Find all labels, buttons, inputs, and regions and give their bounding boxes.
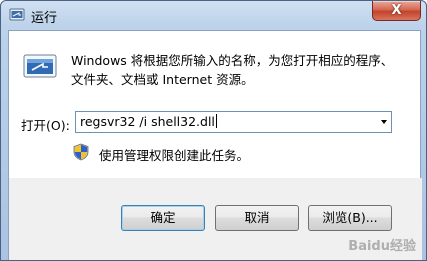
dialog-body: Windows 将根据您所输入的名称，为您打开相应的程序、 文件夹、文档或 In… — [8, 30, 421, 179]
uac-shield-icon — [73, 143, 89, 161]
chevron-down-icon[interactable] — [381, 120, 387, 124]
open-command-value: regsvr32 /i shell32.dll — [80, 114, 215, 129]
run-dialog: 运行 X Windows 将根据您所输入的名称，为您打开相应的程序、 文件夹、文… — [0, 0, 427, 261]
open-field-label: 打开(O): — [21, 118, 70, 133]
watermark-logo: Baidu经验 — [348, 239, 416, 254]
close-button[interactable]: X — [372, 1, 421, 21]
admin-privilege-note: 使用管理权限创建此任务。 — [99, 148, 250, 163]
window-title: 运行 — [31, 11, 58, 26]
description-line-2: 文件夹、文档或 Internet 资源。 — [71, 72, 254, 87]
run-dialog-icon — [9, 8, 25, 21]
text-caret — [215, 114, 217, 128]
ok-button[interactable]: 确定 — [121, 205, 205, 231]
close-icon: X — [391, 3, 402, 18]
run-program-icon — [23, 54, 57, 78]
dialog-description: Windows 将根据您所输入的名称，为您打开相应的程序、 文件夹、文档或 In… — [71, 51, 411, 89]
dialog-footer: 确定 取消 浏览(B)... Baidu经验 — [8, 178, 422, 260]
cancel-button[interactable]: 取消 — [215, 205, 299, 231]
title-bar[interactable]: 运行 X — [1, 1, 426, 29]
open-command-input[interactable]: regsvr32 /i shell32.dll — [80, 114, 217, 129]
description-line-1: Windows 将根据您所输入的名称，为您打开相应的程序、 — [71, 53, 394, 68]
browse-button[interactable]: 浏览(B)... — [308, 205, 392, 231]
open-command-combobox[interactable]: regsvr32 /i shell32.dll — [75, 111, 392, 133]
